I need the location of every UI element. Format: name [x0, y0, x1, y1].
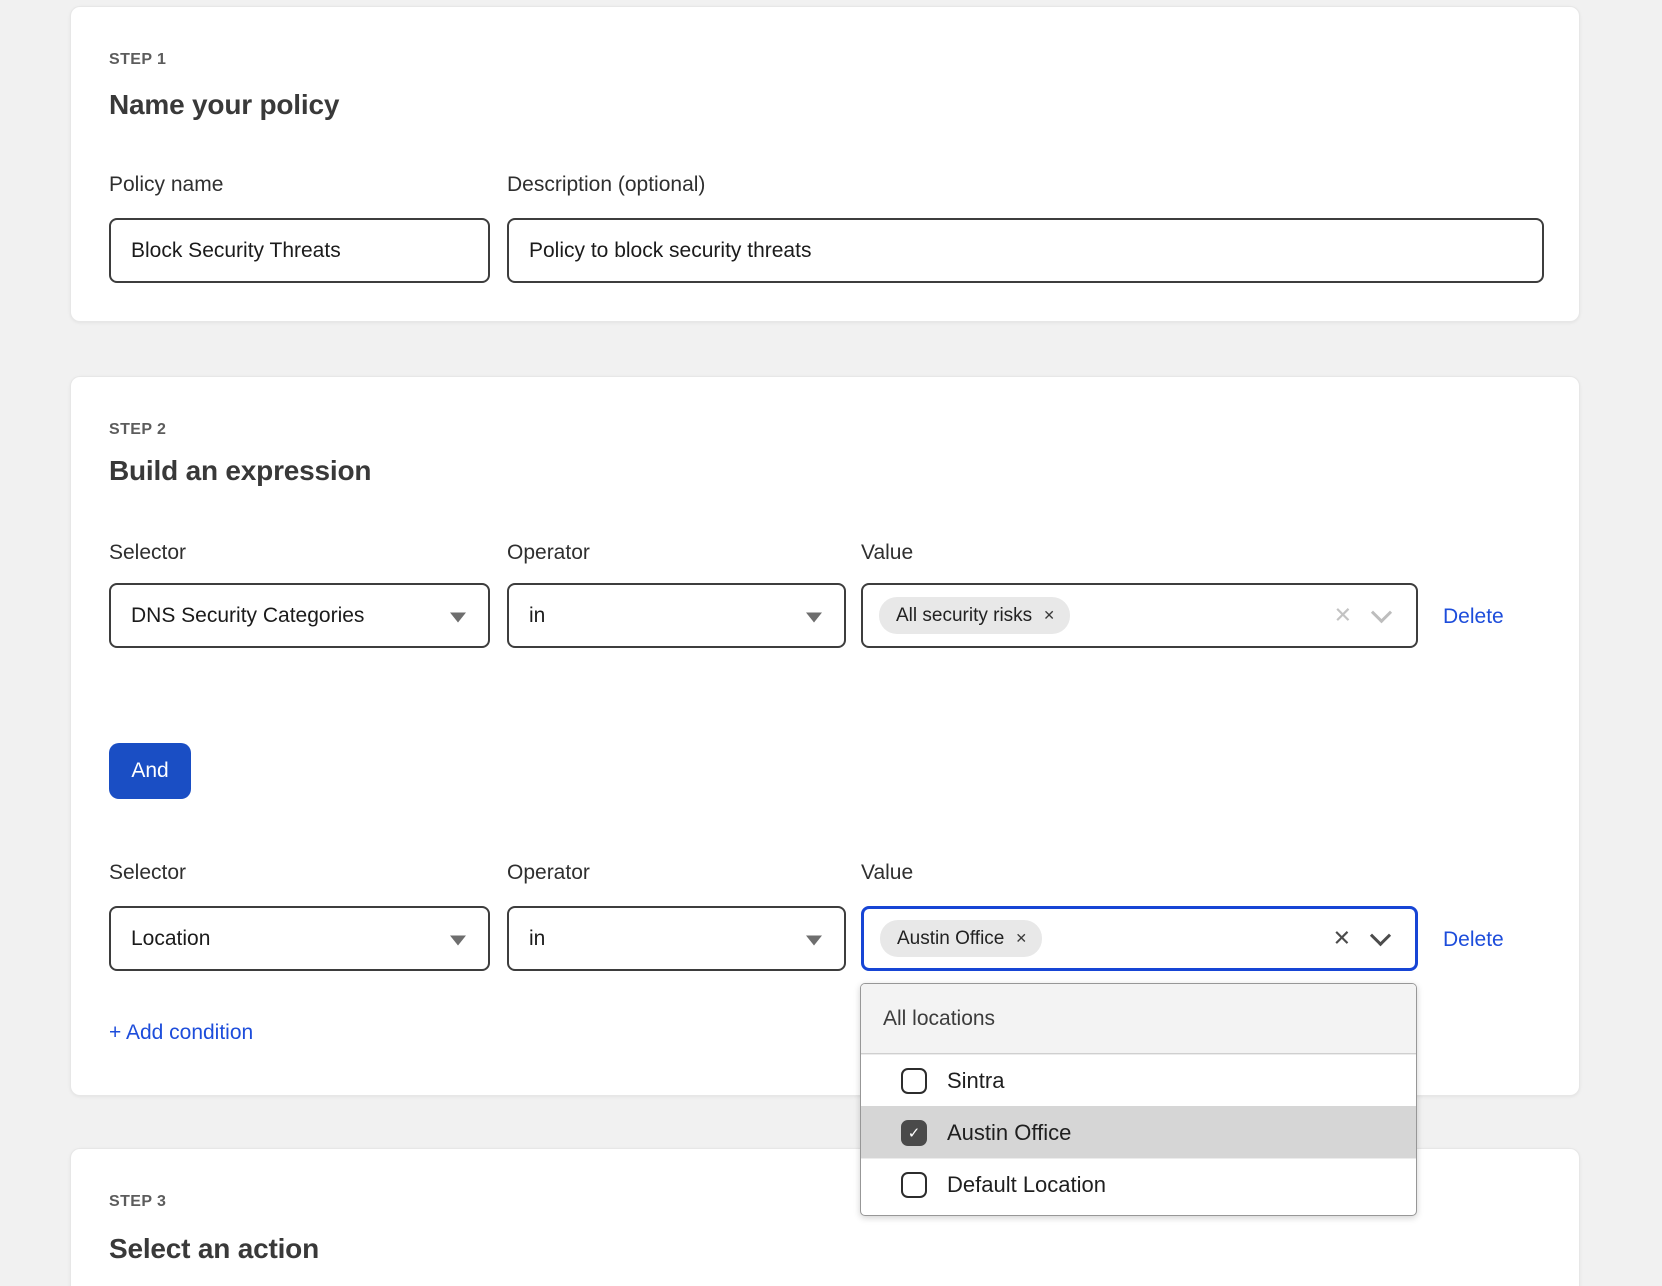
caret-down-icon — [806, 935, 822, 945]
delete-condition-link[interactable]: Delete — [1443, 928, 1504, 952]
dropdown-option-sintra[interactable]: ✓ Sintra — [861, 1054, 1416, 1106]
operator-dropdown[interactable]: in — [507, 906, 846, 971]
caret-down-icon — [450, 935, 466, 945]
chevron-down-icon[interactable] — [1371, 602, 1392, 623]
dropdown-option-label: Sintra — [947, 1068, 1004, 1094]
dropdown-option-default-location[interactable]: ✓ Default Location — [861, 1158, 1416, 1210]
value-column-label: Value — [861, 541, 913, 565]
selector-column-label: Selector — [109, 861, 186, 885]
dropdown-option-label: Austin Office — [947, 1120, 1071, 1146]
value-column-label: Value — [861, 861, 913, 885]
clear-all-icon[interactable]: ✕ — [1333, 927, 1351, 949]
chevron-down-icon[interactable] — [1370, 925, 1391, 946]
operator-value: in — [529, 927, 545, 951]
delete-condition-link[interactable]: Delete — [1443, 605, 1504, 629]
value-tag-label: Austin Office — [897, 928, 1004, 950]
policy-name-input[interactable] — [109, 218, 490, 283]
checkbox[interactable]: ✓ — [901, 1120, 927, 1146]
caret-down-icon — [450, 612, 466, 622]
and-button[interactable]: And — [109, 743, 191, 799]
operator-value: in — [529, 604, 545, 628]
checkbox[interactable]: ✓ — [901, 1172, 927, 1198]
clear-all-icon[interactable]: ✕ — [1334, 604, 1352, 626]
selector-value: DNS Security Categories — [131, 604, 364, 628]
policy-name-label: Policy name — [109, 173, 223, 197]
check-icon: ✓ — [908, 1124, 921, 1142]
selector-value: Location — [131, 927, 210, 951]
value-multiselect[interactable]: All security risks ✕ ✕ — [861, 583, 1418, 648]
dropdown-option-austin-office[interactable]: ✓ Austin Office — [861, 1106, 1416, 1158]
operator-column-label: Operator — [507, 541, 590, 565]
remove-tag-icon[interactable]: ✕ — [1015, 930, 1027, 947]
value-tag: All security risks ✕ — [879, 597, 1070, 634]
policy-builder-page: STEP 1 Name your policy Policy name Desc… — [0, 0, 1662, 1286]
location-dropdown-panel: All locations ✓ Sintra ✓ Austin Office ✓… — [860, 983, 1417, 1216]
add-condition-link[interactable]: + Add condition — [109, 1021, 253, 1045]
checkbox[interactable]: ✓ — [901, 1068, 927, 1094]
description-input[interactable] — [507, 218, 1544, 283]
value-multiselect[interactable]: Austin Office ✕ ✕ — [861, 906, 1418, 971]
value-tag-label: All security risks — [896, 605, 1032, 627]
operator-dropdown[interactable]: in — [507, 583, 846, 648]
step3-label: STEP 3 — [109, 1193, 166, 1211]
value-tag: Austin Office ✕ — [880, 920, 1042, 957]
step1-card: STEP 1 Name your policy Policy name Desc… — [70, 6, 1580, 322]
operator-column-label: Operator — [507, 861, 590, 885]
step1-label: STEP 1 — [109, 51, 166, 69]
step3-title: Select an action — [109, 1233, 319, 1265]
step2-title: Build an expression — [109, 455, 371, 487]
dropdown-group-header: All locations — [861, 984, 1416, 1054]
remove-tag-icon[interactable]: ✕ — [1043, 607, 1055, 624]
dropdown-option-label: Default Location — [947, 1172, 1106, 1198]
caret-down-icon — [806, 612, 822, 622]
description-label: Description (optional) — [507, 173, 705, 197]
selector-column-label: Selector — [109, 541, 186, 565]
selector-dropdown[interactable]: DNS Security Categories — [109, 583, 490, 648]
step1-title: Name your policy — [109, 89, 339, 121]
selector-dropdown[interactable]: Location — [109, 906, 490, 971]
step2-label: STEP 2 — [109, 421, 166, 439]
